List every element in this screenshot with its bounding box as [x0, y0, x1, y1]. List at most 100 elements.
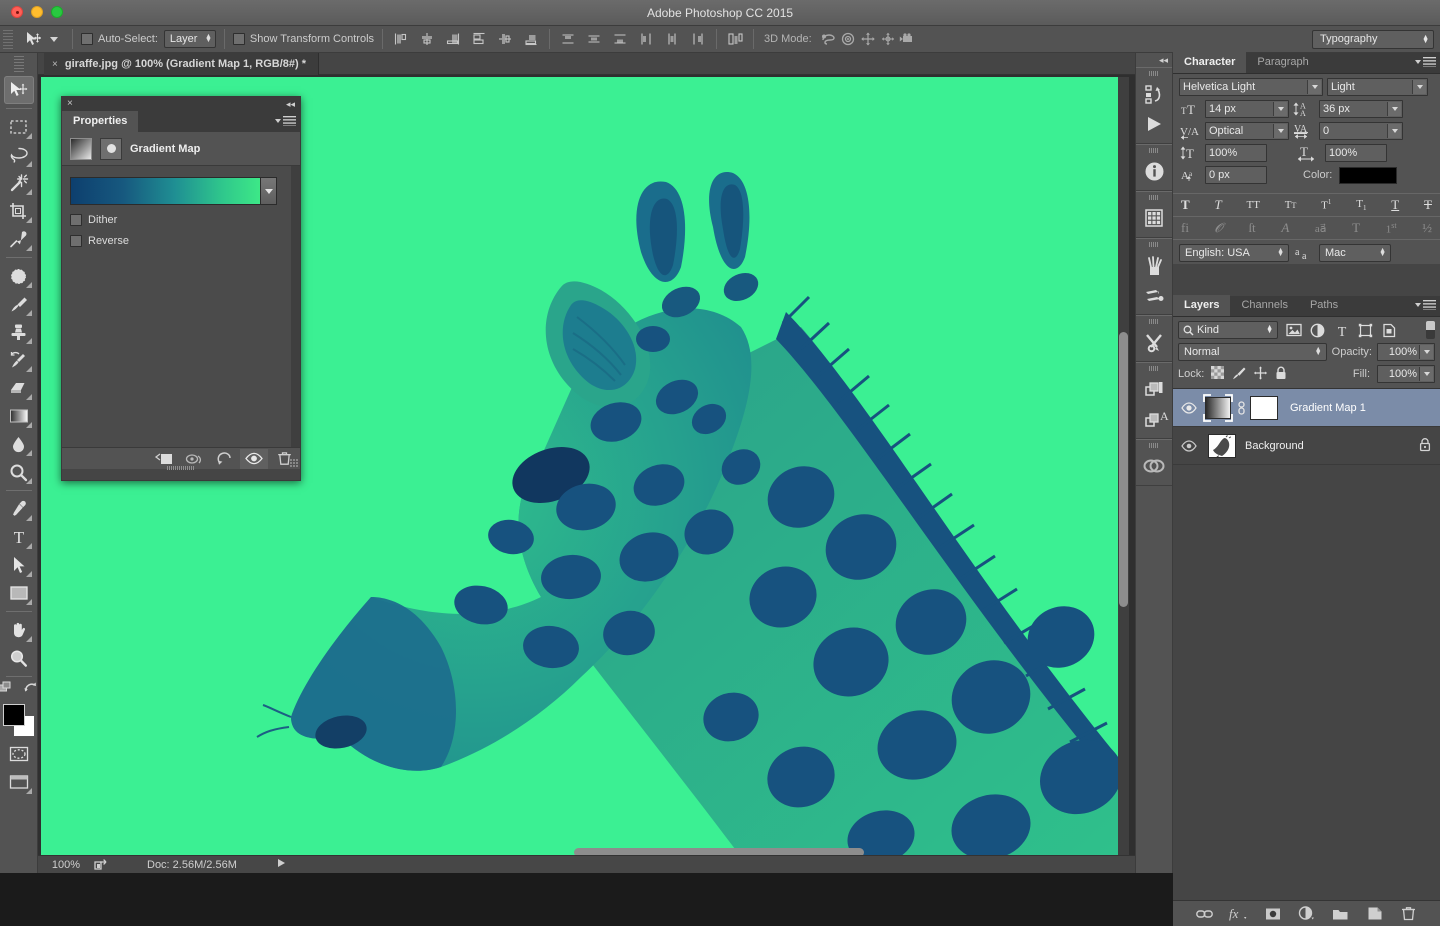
subscript-button[interactable]: T1 [1356, 198, 1366, 212]
font-size-field[interactable]: 14 px [1205, 100, 1289, 118]
dither-checkbox[interactable] [70, 214, 82, 226]
screen-mode-button[interactable] [4, 768, 34, 796]
filter-enable-toggle[interactable] [1426, 321, 1435, 339]
standard-ligatures-button[interactable]: fi [1181, 220, 1189, 236]
horizontal-type-tool-button[interactable]: T [4, 523, 34, 551]
chevron-down-icon[interactable] [1307, 80, 1321, 94]
type-styles-panel-button[interactable]: A [1139, 404, 1169, 434]
tab-character[interactable]: Character [1173, 52, 1246, 73]
layer-mask-thumbnail[interactable] [1247, 393, 1281, 423]
workspace-switcher-button[interactable]: Typography ▲▼ [1312, 30, 1434, 49]
tab-channels[interactable]: Channels [1230, 295, 1298, 316]
blur-tool-button[interactable] [4, 430, 34, 458]
font-family-select[interactable]: Helvetica Light [1179, 78, 1323, 96]
rail-grip[interactable] [1149, 71, 1159, 76]
delete-layer-button[interactable] [1400, 905, 1418, 923]
ordinals-button[interactable]: 1st [1386, 221, 1397, 236]
strikethrough-button[interactable]: T [1424, 197, 1432, 213]
leading-field[interactable]: 36 px [1319, 100, 1403, 118]
lock-all-button[interactable] [1275, 366, 1287, 383]
tool-preset-chevron-down-icon[interactable] [50, 37, 58, 42]
gradient-preset-dropdown-button[interactable] [260, 178, 276, 204]
layer-filter-kind-select[interactable]: Kind ▲▼ [1178, 321, 1278, 339]
fractions-button[interactable]: ½ [1422, 220, 1432, 236]
filter-type-button[interactable]: T [1333, 322, 1350, 339]
canvas-vertical-scrollbar[interactable] [1118, 77, 1129, 857]
font-style-select[interactable]: Light [1327, 78, 1428, 96]
link-layers-button[interactable] [1196, 905, 1214, 923]
faux-italic-button[interactable]: T [1214, 197, 1221, 213]
spot-healing-brush-tool-button[interactable] [4, 262, 34, 290]
brush-presets-panel-button[interactable] [1139, 250, 1169, 280]
align-right-edges-button[interactable] [443, 29, 463, 49]
edit-toolbar-button[interactable] [0, 681, 15, 698]
3d-pan-button[interactable] [858, 29, 878, 49]
layer-comps-panel-button[interactable] [1139, 374, 1169, 404]
blend-mode-select[interactable]: Normal ▲▼ [1178, 343, 1327, 361]
info-panel-button[interactable] [1139, 156, 1169, 186]
rail-grip[interactable] [1149, 443, 1159, 448]
align-bottom-edges-button[interactable] [521, 29, 541, 49]
gradient-swatch[interactable] [71, 178, 260, 204]
table-row[interactable]: Gradient Map 1 [1173, 389, 1440, 427]
chevron-down-icon[interactable] [1387, 124, 1401, 138]
actions-panel-button[interactable] [1139, 109, 1169, 139]
styles-panel-button[interactable] [1139, 451, 1169, 481]
filter-adjustment-button[interactable] [1309, 322, 1326, 339]
3d-zoom-camera-button[interactable] [898, 29, 918, 49]
options-bar-grip[interactable] [3, 30, 13, 49]
layer-thumbnail[interactable] [1205, 431, 1239, 461]
distribute-horizontal-centers-button[interactable] [662, 29, 682, 49]
swap-colors-button[interactable] [23, 681, 38, 698]
lasso-tool-button[interactable] [4, 141, 34, 169]
language-select[interactable]: English: USA ▲▼ [1179, 244, 1289, 262]
chevron-down-icon[interactable] [1412, 80, 1426, 94]
color-swatches[interactable] [2, 704, 36, 738]
panel-drag-grabber[interactable] [167, 466, 195, 470]
distribute-left-edges-button[interactable] [636, 29, 656, 49]
swash-button[interactable]: A [1281, 220, 1289, 236]
align-left-edges-button[interactable] [391, 29, 411, 49]
add-layer-mask-button[interactable] [1264, 905, 1282, 923]
layer-name[interactable]: Gradient Map 1 [1290, 402, 1366, 414]
zoom-tool-button[interactable] [4, 644, 34, 672]
new-layer-button[interactable] [1366, 905, 1384, 923]
discretionary-ligatures-button[interactable]: ſt [1248, 220, 1255, 236]
align-vertical-centers-button[interactable] [495, 29, 515, 49]
status-expand-button[interactable] [277, 858, 286, 871]
canvas-vertical-scroll-thumb[interactable] [1119, 332, 1128, 607]
small-caps-button[interactable]: TT [1285, 199, 1297, 211]
layer-visibility-toggle[interactable] [1177, 402, 1201, 414]
3d-orbit-button[interactable] [818, 29, 838, 49]
distribute-top-edges-button[interactable] [558, 29, 578, 49]
panel-resize-handle[interactable] [290, 459, 299, 468]
tab-properties[interactable]: Properties [62, 111, 138, 132]
tab-layers[interactable]: Layers [1173, 295, 1230, 316]
baseline-shift-field[interactable]: 0 px [1205, 166, 1267, 184]
dodge-tool-button[interactable] [4, 458, 34, 486]
eraser-tool-button[interactable] [4, 374, 34, 402]
distribute-vertical-centers-button[interactable] [584, 29, 604, 49]
rail-grip[interactable] [1149, 319, 1159, 324]
table-row[interactable]: Background [1173, 427, 1440, 465]
lock-transparent-pixels-button[interactable] [1211, 366, 1224, 382]
distribute-right-edges-button[interactable] [688, 29, 708, 49]
align-top-edges-button[interactable] [469, 29, 489, 49]
current-tool-indicator[interactable] [19, 31, 64, 48]
collapse-panel-icon[interactable]: ◂◂ [286, 99, 295, 110]
new-adjustment-layer-button[interactable] [1298, 905, 1316, 923]
chevron-down-icon[interactable] [1273, 124, 1287, 138]
fill-field[interactable]: 100% [1377, 365, 1435, 383]
eyedropper-tool-button[interactable] [4, 225, 34, 253]
rail-grip[interactable] [1149, 242, 1159, 247]
quick-mask-button[interactable] [4, 740, 34, 768]
new-group-button[interactable] [1332, 905, 1350, 923]
align-horizontal-centers-button[interactable] [417, 29, 437, 49]
pen-tool-button[interactable] [4, 495, 34, 523]
swatches-panel-button[interactable] [1139, 203, 1169, 233]
underline-button[interactable]: T [1391, 197, 1399, 213]
rail-grip[interactable] [1149, 366, 1159, 371]
layer-thumbnail[interactable] [1201, 393, 1235, 423]
reverse-checkbox[interactable] [70, 235, 82, 247]
filter-pixel-button[interactable] [1285, 322, 1302, 339]
